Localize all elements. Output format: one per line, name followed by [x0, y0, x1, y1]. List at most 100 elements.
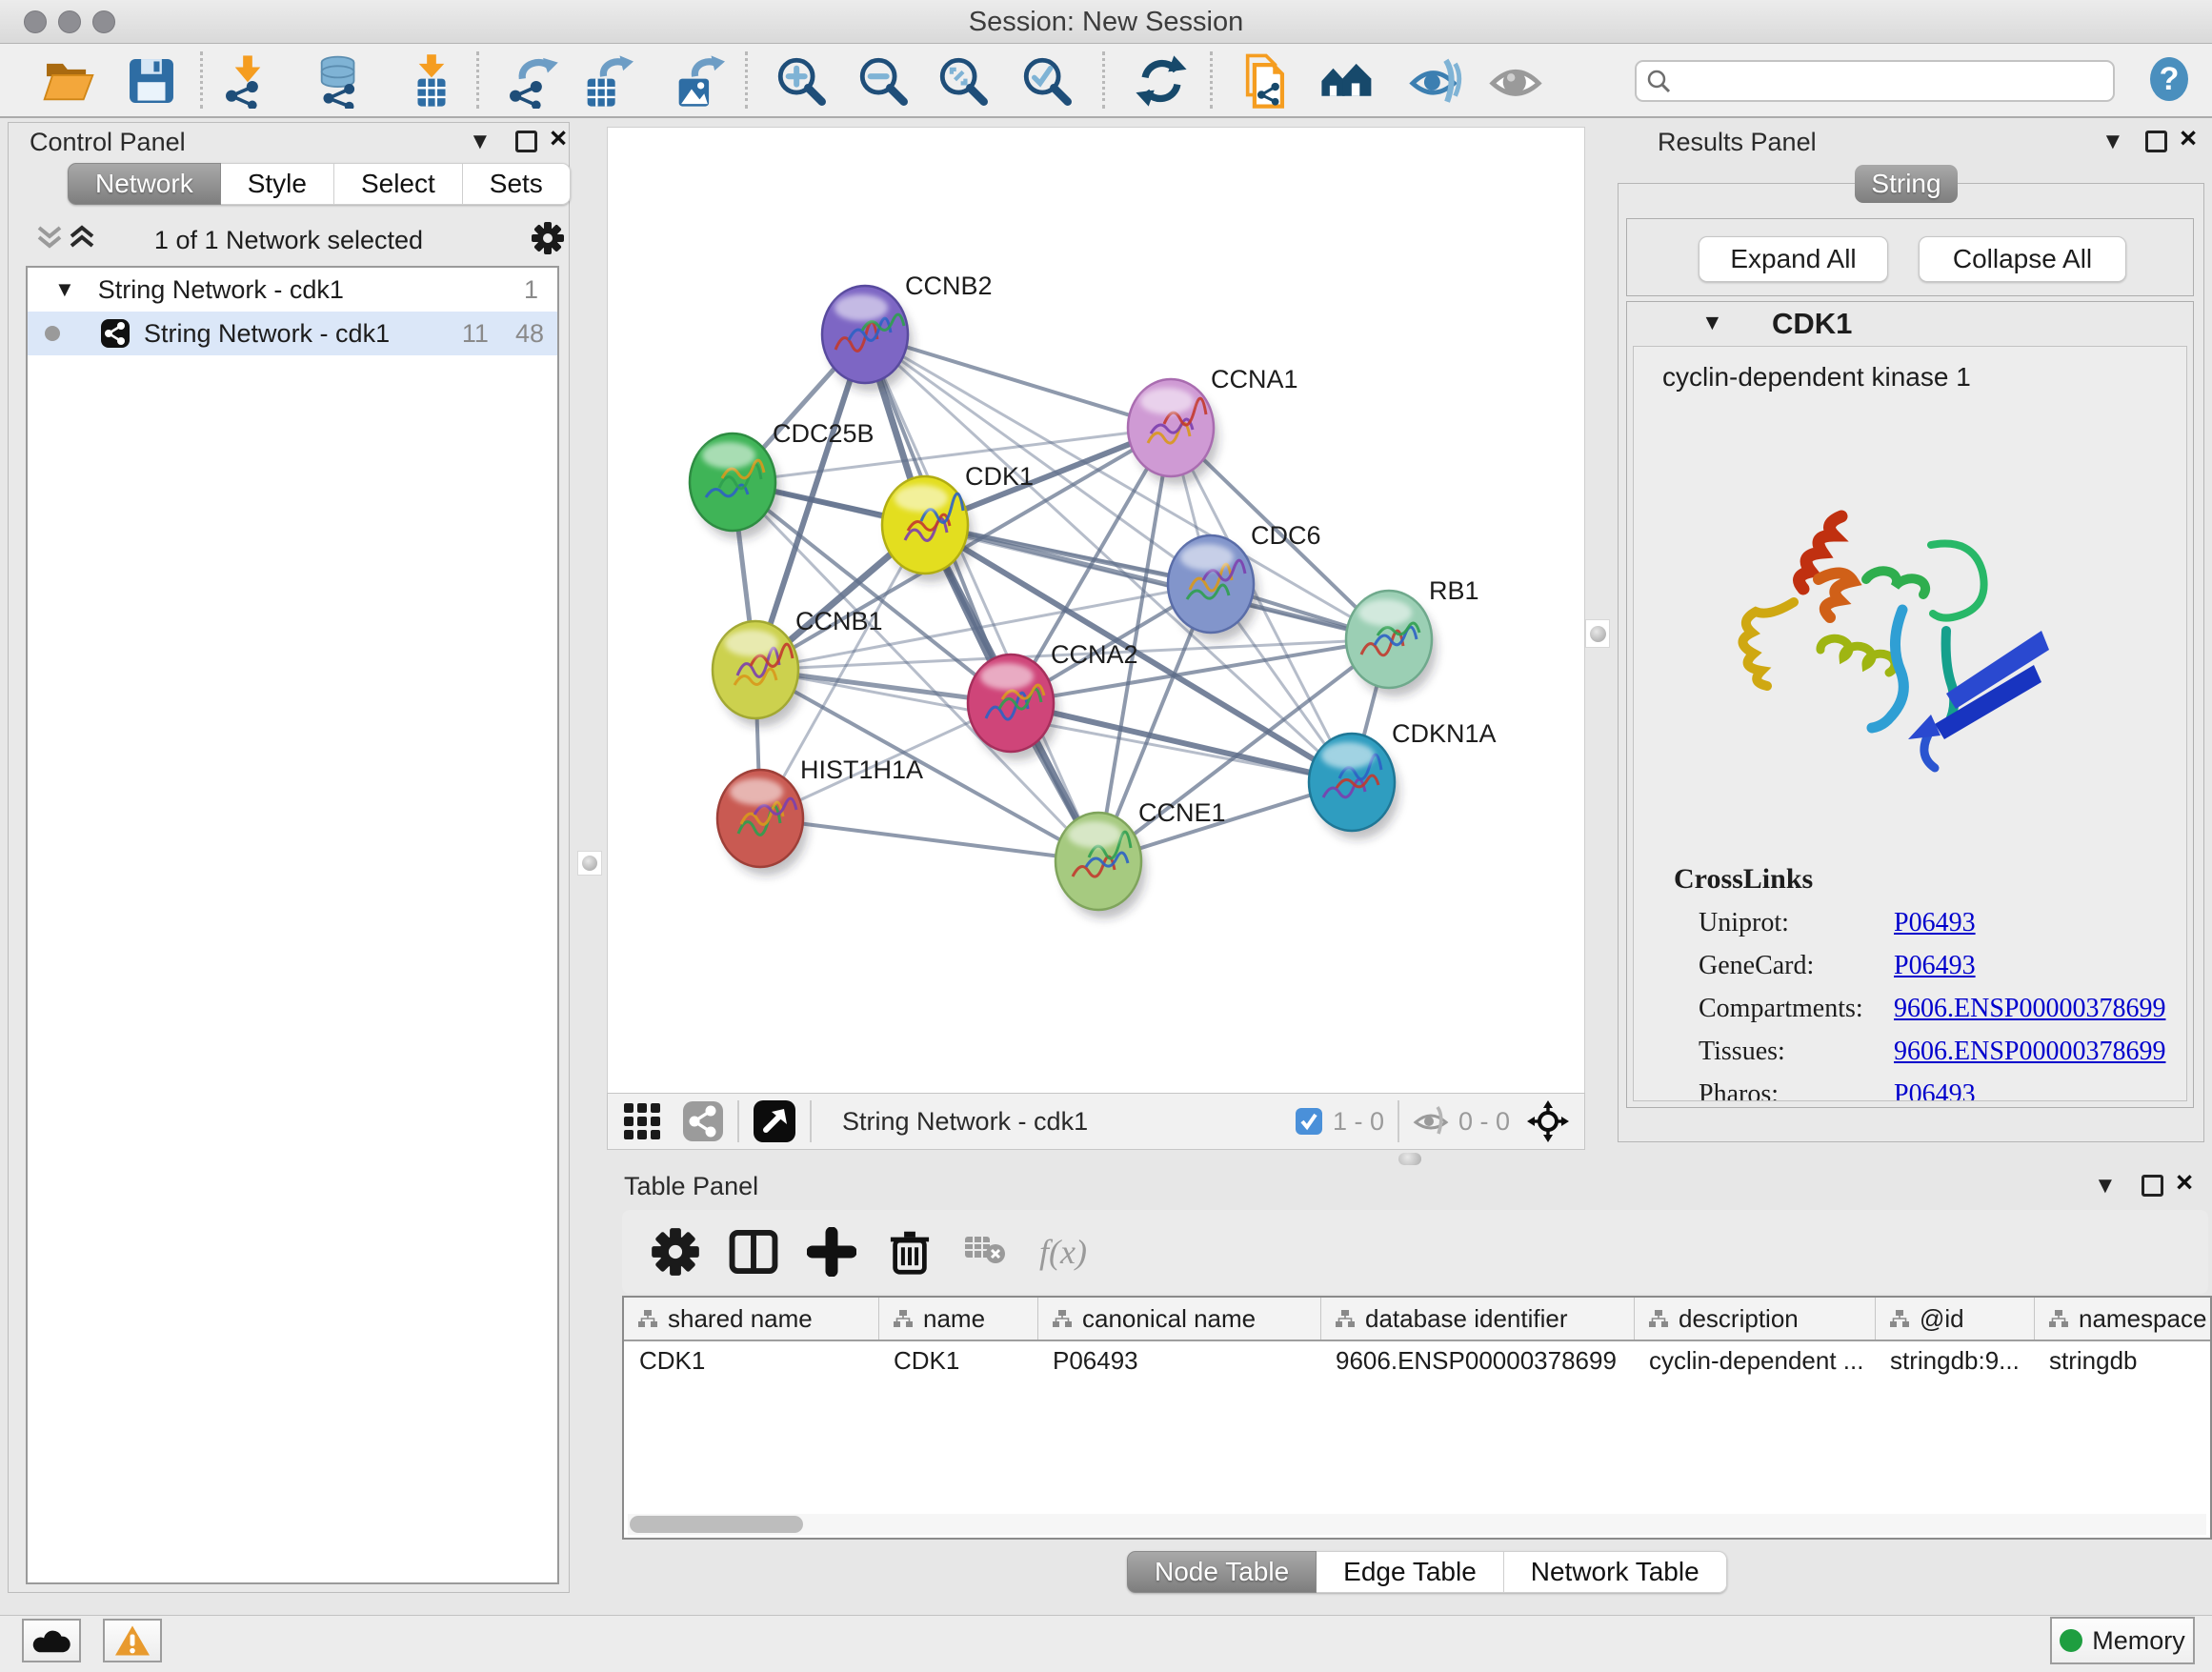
- tab-style[interactable]: Style: [221, 163, 334, 205]
- hidden-eye-icon[interactable]: [1413, 1105, 1449, 1138]
- tab-sets[interactable]: Sets: [463, 163, 571, 205]
- export-image-icon[interactable]: [670, 53, 725, 109]
- network-node-RB1[interactable]: RB1: [1346, 576, 1479, 696]
- grid-view-icon[interactable]: [623, 1102, 661, 1140]
- column-type-icon: [637, 1309, 658, 1328]
- import-network-from-database-icon[interactable]: [312, 53, 368, 109]
- node-label: HIST1H1A: [800, 755, 923, 784]
- tab-network-table[interactable]: Network Table: [1504, 1551, 1727, 1593]
- import-network-icon[interactable]: [220, 53, 275, 109]
- eye-icon[interactable]: [1488, 53, 1543, 109]
- network-selection-status: 1 of 1 Network selected: [9, 226, 569, 255]
- table-cell[interactable]: stringdb: [2034, 1341, 2210, 1380]
- show-hide-panel-icon[interactable]: [1408, 53, 1463, 109]
- panel-close-icon[interactable]: ×: [2180, 129, 2197, 148]
- column-header-shared-name[interactable]: shared name: [624, 1298, 878, 1340]
- string-import-file-icon[interactable]: [1238, 53, 1294, 109]
- tab-select[interactable]: Select: [334, 163, 463, 205]
- network-node-CCNB1[interactable]: CCNB1: [713, 607, 883, 727]
- network-canvas[interactable]: CCNB2CCNA1CDC25BCDK1CDC6RB1CCNB1CCNA2CDK…: [607, 127, 1585, 1094]
- table-hscrollbar-thumb[interactable]: [630, 1516, 803, 1533]
- delete-column-trash-icon[interactable]: [885, 1227, 935, 1277]
- collection-caret-icon[interactable]: ▼: [54, 277, 75, 302]
- show-columns-icon[interactable]: [729, 1227, 778, 1277]
- home-icon[interactable]: [1319, 53, 1375, 109]
- open-session-icon[interactable]: [41, 53, 96, 109]
- create-column-plus-icon[interactable]: [807, 1227, 856, 1277]
- tab-string[interactable]: String: [1855, 165, 1958, 203]
- table-settings-gear-icon[interactable]: [651, 1227, 700, 1277]
- entry-collapse-caret-icon[interactable]: ▼: [1701, 310, 1723, 335]
- export-table-icon[interactable]: [578, 53, 633, 109]
- splitter-handle[interactable]: [577, 851, 602, 876]
- table-cell[interactable]: 9606.ENSP00000378699: [1320, 1341, 1634, 1380]
- tab-edge-table[interactable]: Edge Table: [1317, 1551, 1504, 1593]
- save-session-icon[interactable]: [124, 53, 179, 109]
- string-view-icon[interactable]: [682, 1100, 724, 1142]
- panel-menu-icon[interactable]: ▼: [2094, 1173, 2117, 1199]
- network-node-CCNA2[interactable]: CCNA2: [968, 640, 1138, 760]
- column-header-name[interactable]: name: [878, 1298, 1037, 1340]
- splitter-handle[interactable]: [1585, 619, 1610, 648]
- network-node-CDKN1A[interactable]: CDKN1A: [1309, 719, 1497, 839]
- import-table-icon[interactable]: [404, 53, 459, 109]
- zoom-selected-icon[interactable]: [1019, 53, 1075, 109]
- birds-eye-view-icon[interactable]: [753, 1099, 796, 1143]
- network-node-HIST1H1A[interactable]: HIST1H1A: [717, 755, 923, 876]
- delete-table-icon[interactable]: [963, 1227, 1007, 1277]
- column-header-namespace[interactable]: namespace: [2034, 1298, 2210, 1340]
- panel-float-icon[interactable]: [515, 131, 537, 152]
- table-row[interactable]: CDK1CDK1P064939606.ENSP00000378699cyclin…: [624, 1341, 2210, 1380]
- network-node-CCNE1[interactable]: CCNE1: [1056, 798, 1226, 918]
- results-panel: Results Panel ▼ × String Expand All Coll…: [1618, 122, 2212, 1148]
- crosslink-tissues[interactable]: 9606.ENSP00000378699: [1894, 1037, 2165, 1067]
- results-buttons-box: Expand All Collapse All: [1626, 218, 2194, 296]
- table-cell[interactable]: stringdb:9...: [1875, 1341, 2034, 1380]
- crosslink-uniprot[interactable]: P06493: [1894, 908, 1976, 938]
- search-input[interactable]: [1671, 65, 2113, 97]
- tab-network[interactable]: Network: [68, 163, 221, 205]
- splitter-handle[interactable]: [1398, 1153, 1421, 1165]
- crosslink-compartments[interactable]: 9606.ENSP00000378699: [1894, 994, 2165, 1024]
- selected-checkbox-icon[interactable]: [1295, 1107, 1323, 1136]
- table-cell[interactable]: P06493: [1037, 1341, 1320, 1380]
- column-header--id[interactable]: @id: [1875, 1298, 2034, 1340]
- panel-float-icon[interactable]: [2145, 131, 2167, 152]
- column-header-database-identifier[interactable]: database identifier: [1320, 1298, 1634, 1340]
- refresh-icon[interactable]: [1134, 53, 1189, 109]
- zoom-fit-icon[interactable]: [935, 53, 991, 109]
- network-node-CDC6[interactable]: CDC6: [1168, 521, 1321, 641]
- table-cell[interactable]: cyclin-dependent ...: [1634, 1341, 1875, 1380]
- table-header-row: shared namenamecanonical namedatabase id…: [624, 1298, 2210, 1341]
- table-cell[interactable]: CDK1: [624, 1341, 878, 1380]
- panel-close-icon[interactable]: ×: [550, 129, 567, 148]
- network-options-gear-icon[interactable]: [531, 221, 565, 255]
- toolbar-separator: [737, 1100, 739, 1142]
- memory-button[interactable]: Memory: [2050, 1617, 2195, 1664]
- export-network-icon[interactable]: [504, 53, 559, 109]
- expand-all-button[interactable]: Expand All: [1699, 236, 1888, 282]
- network-row[interactable]: String Network - cdk1 11 48: [28, 312, 557, 355]
- cloud-button[interactable]: [22, 1619, 81, 1662]
- column-header-description[interactable]: description: [1634, 1298, 1875, 1340]
- pan-crosshair-icon[interactable]: [1527, 1100, 1569, 1142]
- help-button[interactable]: ?: [2150, 57, 2188, 101]
- collapse-all-button[interactable]: Collapse All: [1919, 236, 2126, 282]
- node-label: CCNB2: [905, 272, 993, 300]
- crosslink-genecard[interactable]: P06493: [1894, 951, 1976, 981]
- column-header-canonical-name[interactable]: canonical name: [1037, 1298, 1320, 1340]
- table-cell[interactable]: CDK1: [878, 1341, 1037, 1380]
- panel-menu-icon[interactable]: ▼: [2101, 129, 2124, 155]
- panel-float-icon[interactable]: [2142, 1175, 2163, 1197]
- warnings-button[interactable]: [103, 1619, 162, 1662]
- column-type-icon: [1889, 1309, 1910, 1328]
- network-collection-row[interactable]: ▼ String Network - cdk1 1: [28, 268, 557, 312]
- zoom-out-icon[interactable]: [855, 53, 911, 109]
- table-panel-title: Table Panel: [624, 1172, 758, 1201]
- table-tabs: Node Table Edge Table Network Table: [1127, 1551, 1727, 1593]
- tab-node-table[interactable]: Node Table: [1127, 1551, 1317, 1593]
- zoom-in-icon[interactable]: [774, 53, 829, 109]
- crosslink-pharos[interactable]: P06493: [1894, 1079, 1976, 1101]
- panel-menu-icon[interactable]: ▼: [469, 129, 492, 155]
- panel-close-icon[interactable]: ×: [2176, 1173, 2193, 1192]
